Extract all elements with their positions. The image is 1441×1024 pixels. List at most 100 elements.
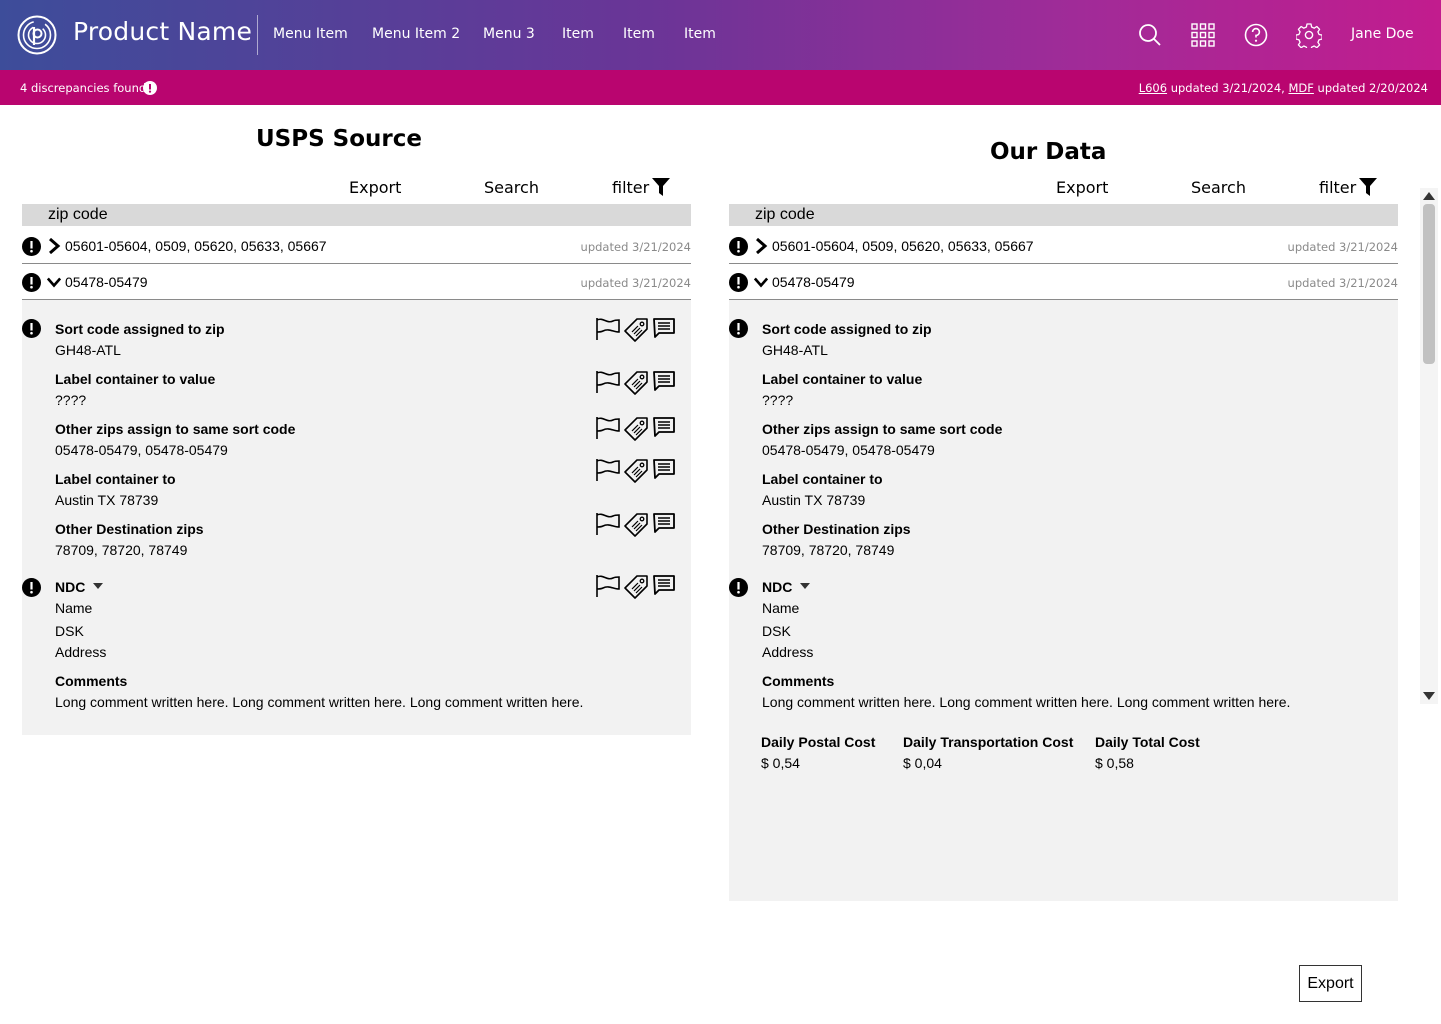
menu-item-6[interactable]: Item <box>684 26 716 42</box>
comments-text: Long comment written here. Long comment … <box>55 694 584 710</box>
left-zip-row-1[interactable]: 05601-05604, 0509, 05620, 05633, 05667 u… <box>22 228 691 264</box>
flag-icon[interactable] <box>595 574 621 598</box>
menu-item-4[interactable]: Item <box>562 26 594 42</box>
field-label: Label container to <box>55 471 176 487</box>
scroll-down-arrow-icon[interactable] <box>1423 692 1435 700</box>
chevron-down-icon[interactable] <box>754 274 768 290</box>
ndc-line: Address <box>762 644 814 660</box>
comments-label: Comments <box>55 673 128 689</box>
product-logo-icon[interactable] <box>17 15 57 55</box>
updated-date: updated 3/21/2024 <box>1287 240 1398 254</box>
updated-date: updated 3/21/2024 <box>1287 276 1398 290</box>
left-zip-row-2[interactable]: 05478-05479 updated 3/21/2024 <box>22 264 691 300</box>
field-actions <box>595 370 677 396</box>
alert-icon <box>22 273 41 292</box>
field-value: GH48-ATL <box>762 342 828 358</box>
field-actions <box>595 416 677 442</box>
alert-icon <box>22 237 41 256</box>
chevron-right-icon[interactable] <box>47 238 61 254</box>
scroll-up-arrow-icon[interactable] <box>1423 192 1435 200</box>
tag-icon[interactable] <box>624 370 649 395</box>
mdf-link[interactable]: MDF <box>1288 81 1313 95</box>
left-export-button[interactable]: Export <box>349 178 401 197</box>
flag-icon[interactable] <box>595 370 621 394</box>
nav-divider <box>257 15 258 55</box>
right-search-button[interactable]: Search <box>1191 178 1246 197</box>
l606-link[interactable]: L606 <box>1139 81 1167 95</box>
left-search-button[interactable]: Search <box>484 178 539 197</box>
alert-icon <box>729 273 748 292</box>
ndc-label[interactable]: NDC <box>762 579 792 595</box>
menu-item-3[interactable]: Menu 3 <box>483 26 535 42</box>
source-updates: L606 updated 3/21/2024, MDF updated 2/20… <box>1139 81 1428 95</box>
flag-icon[interactable] <box>595 458 621 482</box>
ndc-label[interactable]: NDC <box>55 579 85 595</box>
field-value: ???? <box>55 392 87 408</box>
field-value: 05478-05479, 05478-05479 <box>55 442 228 458</box>
help-icon[interactable] <box>1243 22 1269 48</box>
comment-icon[interactable] <box>653 370 675 392</box>
comments-label: Comments <box>762 673 835 689</box>
zip-range: 05478-05479 <box>65 274 148 290</box>
chevron-down-icon[interactable] <box>47 274 61 290</box>
menu-item-2[interactable]: Menu Item 2 <box>372 26 460 42</box>
zip-range: 05478-05479 <box>772 274 855 290</box>
daily-total-cost-label: Daily Total Cost <box>1095 734 1200 750</box>
caret-down-icon[interactable] <box>93 583 103 589</box>
user-name[interactable]: Jane Doe <box>1351 26 1414 42</box>
comment-icon[interactable] <box>653 574 675 596</box>
tag-icon[interactable] <box>624 574 649 599</box>
chevron-right-icon[interactable] <box>754 238 768 254</box>
scroll-thumb[interactable] <box>1423 204 1435 364</box>
comment-icon[interactable] <box>653 416 675 438</box>
export-button[interactable]: Export <box>1299 965 1362 1002</box>
filter-icon[interactable] <box>1359 178 1377 196</box>
field-label: Label container to <box>762 471 883 487</box>
right-export-button[interactable]: Export <box>1056 178 1108 197</box>
comment-icon[interactable] <box>653 458 675 480</box>
right-zip-row-2[interactable]: 05478-05479 updated 3/21/2024 <box>729 264 1398 300</box>
flag-icon[interactable] <box>595 512 621 536</box>
menu-item-1[interactable]: Menu Item <box>273 26 348 42</box>
daily-postal-cost-value: $ 0,54 <box>761 755 800 771</box>
tag-icon[interactable] <box>624 317 649 342</box>
left-filter-button[interactable]: filter <box>612 178 649 197</box>
tag-icon[interactable] <box>624 458 649 483</box>
left-panel-title: USPS Source <box>256 126 422 152</box>
field-value: 78709, 78720, 78749 <box>762 542 895 558</box>
caret-down-icon[interactable] <box>800 583 810 589</box>
settings-icon[interactable] <box>1296 22 1322 48</box>
alert-icon <box>22 319 41 338</box>
search-icon[interactable] <box>1137 22 1163 48</box>
product-name[interactable]: Product Name <box>73 17 252 46</box>
comment-icon[interactable] <box>653 512 675 534</box>
updated-date: updated 3/21/2024 <box>580 240 691 254</box>
tag-icon[interactable] <box>624 416 649 441</box>
left-zip-code-header[interactable]: zip code <box>22 204 691 226</box>
apps-grid-icon[interactable] <box>1190 22 1216 48</box>
right-filter-button[interactable]: filter <box>1319 178 1356 197</box>
right-zip-code-header[interactable]: zip code <box>729 204 1398 226</box>
right-detail-panel: Sort code assigned to zip GH48-ATL Label… <box>729 300 1398 901</box>
comments-text: Long comment written here. Long comment … <box>762 694 1291 710</box>
menu-item-5[interactable]: Item <box>623 26 655 42</box>
daily-transportation-cost-value: $ 0,04 <box>903 755 942 771</box>
discrepancies-count[interactable]: 4 discrepancies found <box>20 81 146 95</box>
updated-date: updated 3/21/2024 <box>580 276 691 290</box>
alert-icon <box>22 578 41 597</box>
zip-range: 05601-05604, 0509, 05620, 05633, 05667 <box>65 238 327 254</box>
zip-range: 05601-05604, 0509, 05620, 05633, 05667 <box>772 238 1034 254</box>
flag-icon[interactable] <box>595 317 621 341</box>
notice-bar: 4 discrepancies found L606 updated 3/21/… <box>0 70 1441 105</box>
field-label: Label container to value <box>55 371 216 387</box>
filter-icon[interactable] <box>652 178 670 196</box>
field-value: Austin TX 78739 <box>55 492 159 508</box>
tag-icon[interactable] <box>624 512 649 537</box>
alert-icon <box>729 319 748 338</box>
flag-icon[interactable] <box>595 416 621 440</box>
ndc-line: DSK <box>55 623 84 639</box>
field-actions <box>595 512 677 538</box>
comment-icon[interactable] <box>653 317 675 339</box>
vertical-scrollbar[interactable] <box>1420 188 1438 704</box>
right-zip-row-1[interactable]: 05601-05604, 0509, 05620, 05633, 05667 u… <box>729 228 1398 264</box>
